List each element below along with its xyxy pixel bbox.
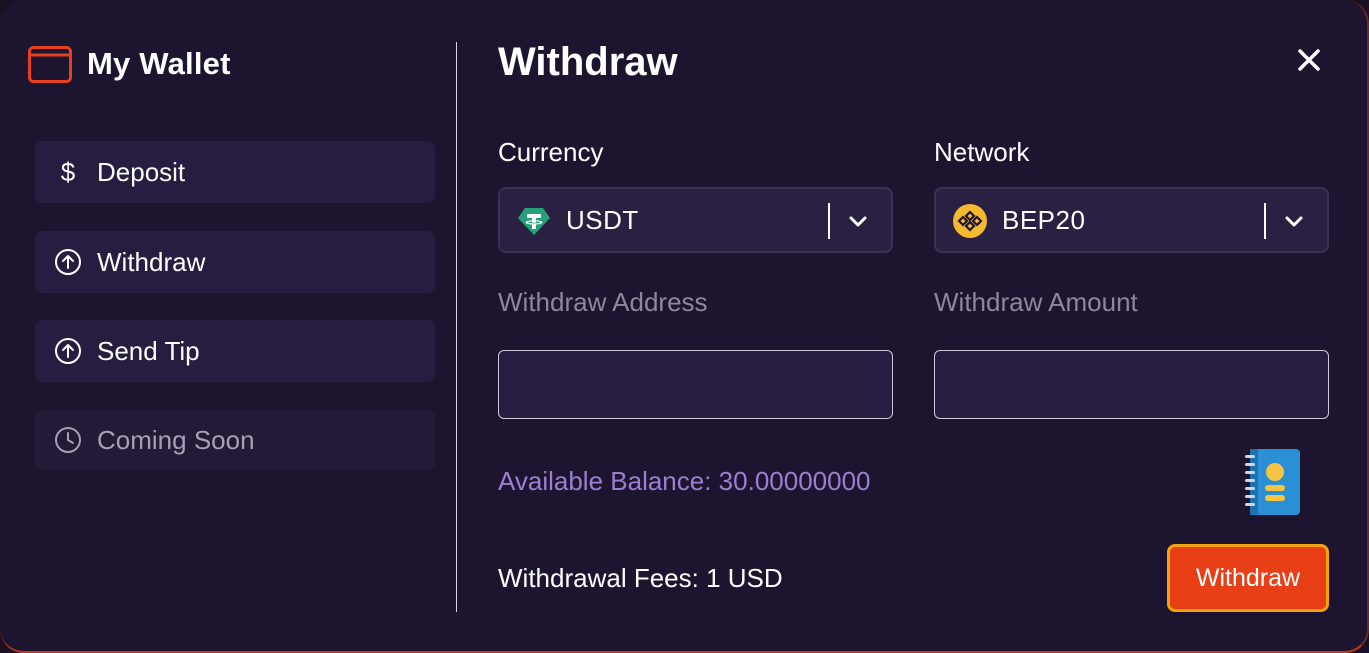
dollar-icon: $ bbox=[60, 156, 76, 187]
withdrawal-fees: Withdrawal Fees: 1 USD bbox=[498, 563, 783, 593]
network-value: BEP20 bbox=[1002, 205, 1086, 235]
sidebar-item-send-tip[interactable]: Send Tip bbox=[35, 320, 435, 382]
wallet-brand: My Wallet bbox=[28, 44, 231, 84]
chevron-down-icon bbox=[1285, 216, 1303, 227]
close-icon[interactable] bbox=[1294, 45, 1324, 75]
currency-label: Currency bbox=[498, 137, 604, 167]
withdraw-button[interactable]: Withdraw bbox=[1167, 544, 1329, 612]
sidebar-item-deposit[interactable]: $ Deposit bbox=[35, 141, 435, 203]
withdraw-amount-input[interactable] bbox=[934, 350, 1329, 419]
currency-select[interactable]: USDT bbox=[498, 187, 893, 253]
sidebar-item-label: Coming Soon bbox=[97, 424, 255, 455]
wallet-sidebar: My Wallet $ Deposit Withdraw Send Tip Co… bbox=[0, 0, 456, 651]
sidebar-item-label: Deposit bbox=[97, 156, 186, 187]
bnb-icon bbox=[953, 204, 987, 238]
arrow-up-circle-icon bbox=[55, 338, 81, 364]
network-label: Network bbox=[934, 137, 1030, 167]
sidebar-item-withdraw[interactable]: Withdraw bbox=[35, 231, 435, 293]
sidebar-item-label: Send Tip bbox=[97, 335, 200, 366]
wallet-icon bbox=[28, 46, 72, 83]
wallet-modal: My Wallet $ Deposit Withdraw Send Tip Co… bbox=[0, 0, 1369, 653]
available-balance: Available Balance: 30.00000000 bbox=[498, 466, 871, 496]
chevron-down-icon bbox=[849, 216, 867, 227]
select-separator bbox=[1264, 203, 1266, 239]
clock-icon bbox=[55, 427, 81, 453]
address-book-icon[interactable] bbox=[1244, 447, 1302, 517]
sidebar-item-label: Withdraw bbox=[97, 246, 206, 277]
select-separator bbox=[828, 203, 830, 239]
vertical-divider bbox=[456, 42, 457, 612]
withdraw-address-input[interactable] bbox=[498, 350, 893, 419]
page-title: Withdraw bbox=[498, 40, 678, 84]
currency-value: USDT bbox=[566, 205, 639, 235]
withdraw-address-label: Withdraw Address bbox=[498, 287, 708, 317]
network-select[interactable]: BEP20 bbox=[934, 187, 1329, 253]
tether-icon bbox=[518, 208, 550, 235]
sidebar-item-coming-soon: Coming Soon bbox=[35, 409, 435, 471]
wallet-title: My Wallet bbox=[87, 46, 231, 81]
arrow-up-circle-icon bbox=[55, 249, 81, 275]
withdraw-amount-label: Withdraw Amount bbox=[934, 287, 1138, 317]
